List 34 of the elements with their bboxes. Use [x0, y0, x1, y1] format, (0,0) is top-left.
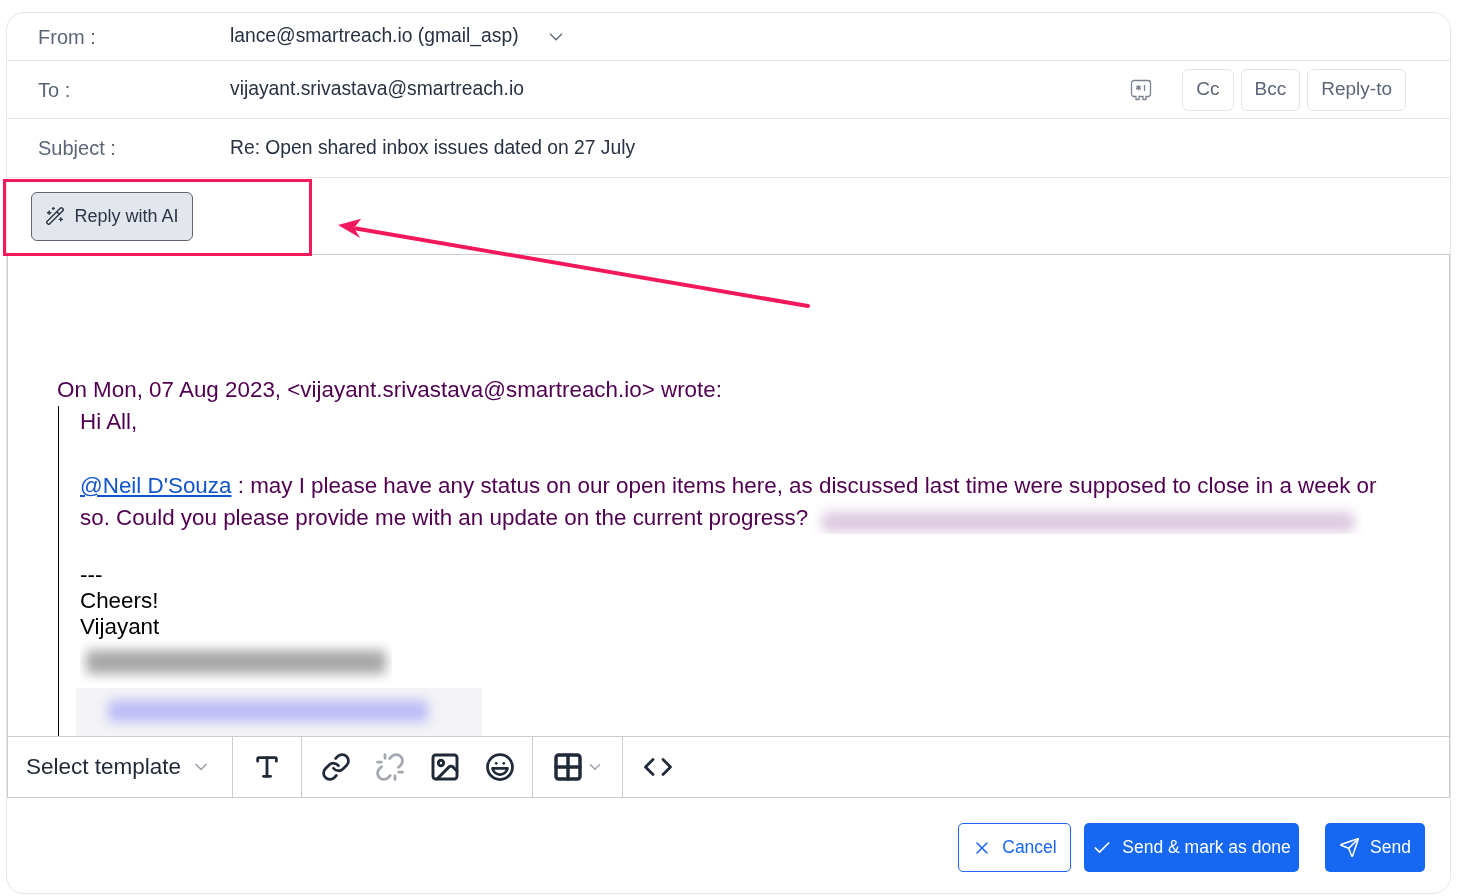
recipient-toggle-button[interactable]: Bcc: [1240, 68, 1301, 111]
insert-link-button[interactable]: [321, 752, 351, 782]
recipient-toggle-button[interactable]: Cc: [1182, 68, 1234, 111]
mention-link[interactable]: @Neil D'Souza: [80, 473, 232, 498]
emoji-icon: [485, 752, 515, 782]
send-and-done-button[interactable]: Send & mark as done: [1084, 823, 1299, 872]
signature-line: ---: [80, 562, 103, 588]
recipient-field[interactable]: vijayant.srivastava@smartreach.io: [230, 75, 1131, 104]
image-icon: [429, 751, 461, 783]
broken-link-icon: [375, 752, 405, 782]
signature-line: Cheers!: [80, 588, 159, 614]
sender-select[interactable]: lance@smartreach.io (gmail_asp): [230, 22, 567, 51]
insert-image-button[interactable]: [429, 751, 461, 783]
cancel-button[interactable]: Cancel: [958, 823, 1071, 872]
asterisk-box-icon[interactable]: [1130, 78, 1153, 101]
quote-attribution: On Mon, 07 Aug 2023, <vijayant.srivastava@smartreach.io> wrote:: [57, 376, 722, 404]
text-format-button[interactable]: [253, 753, 281, 781]
field-label: From :: [38, 24, 97, 50]
field-label: To :: [38, 77, 72, 103]
quote-paragraph: @Neil D'Souza : may I please have any status on our open items here, as discussed last time were supposed to close in a week or so. Could you please provide me with an update on the current progress?: [80, 470, 1392, 534]
template-select[interactable]: Select template: [26, 750, 212, 784]
link-icon: [321, 752, 351, 782]
table-icon: [551, 751, 584, 783]
magic-wand-icon: [45, 206, 66, 226]
text-icon: [253, 753, 281, 781]
paper-plane-icon: [1339, 837, 1361, 858]
quote-greeting: Hi All,: [80, 408, 138, 436]
emoji-button[interactable]: [485, 752, 515, 782]
reply-with-ai-button[interactable]: Reply with AI: [31, 191, 193, 241]
send-button[interactable]: Send: [1325, 823, 1425, 872]
subject-field[interactable]: Re: Open shared inbox issues dated on 27 July: [230, 133, 1450, 163]
signature-line: Vijayant: [80, 614, 160, 640]
field-label: Subject :: [38, 136, 117, 161]
recipient-toggle-button[interactable]: Reply-to: [1307, 68, 1406, 111]
